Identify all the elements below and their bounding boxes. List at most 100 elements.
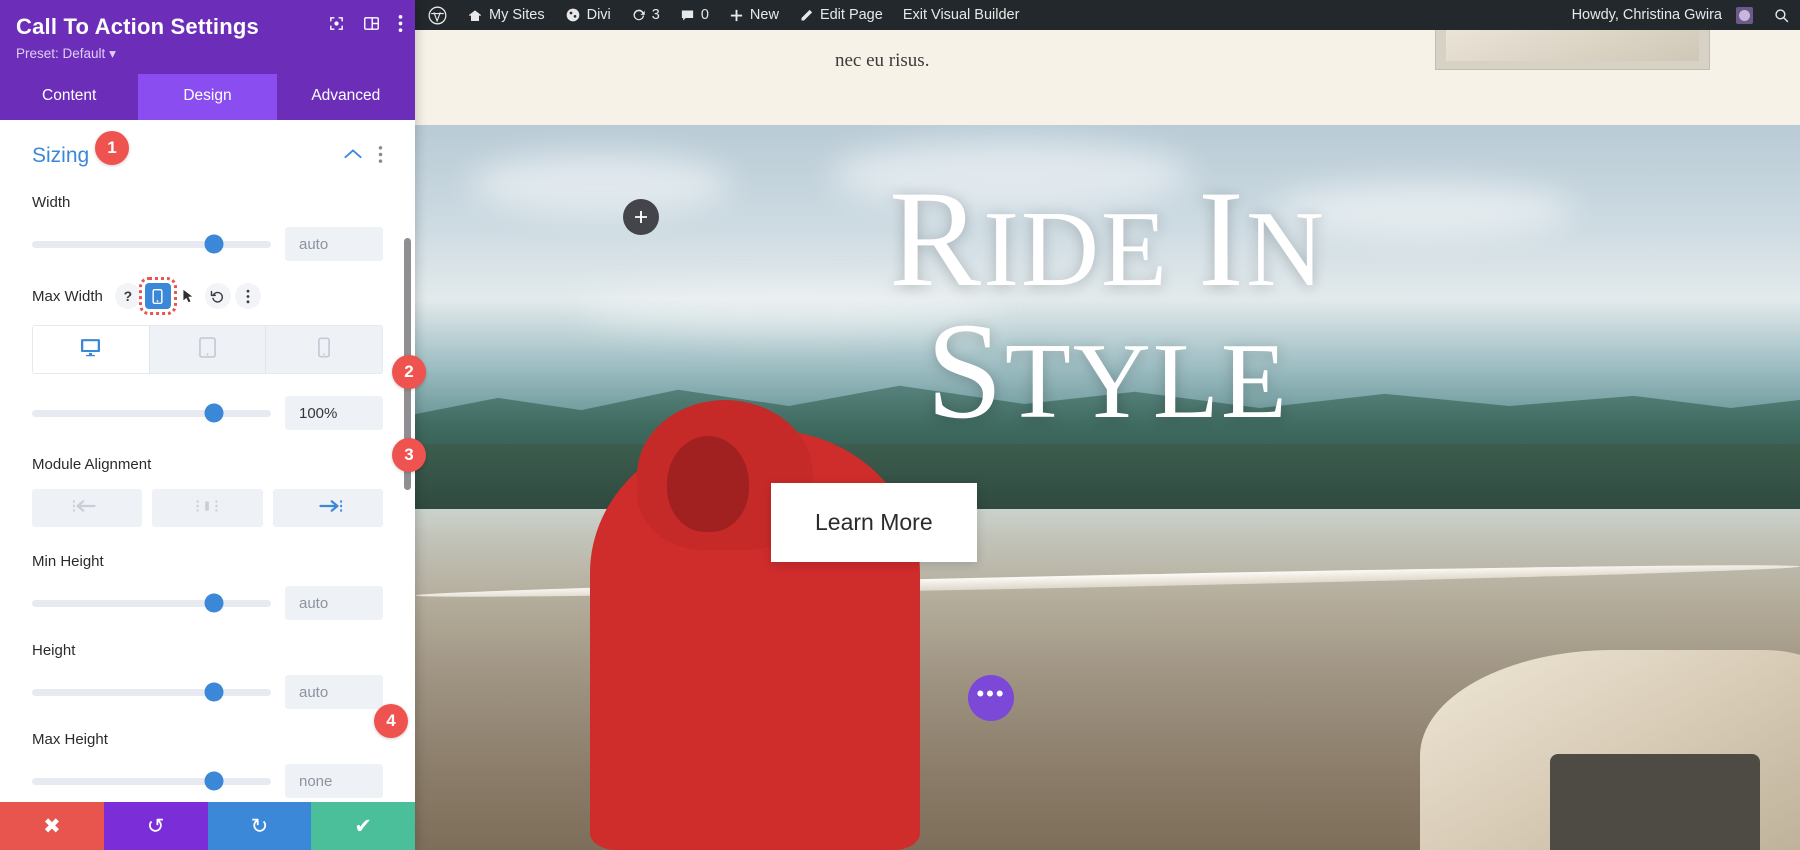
height-value-input[interactable]: auto	[285, 675, 383, 709]
max-width-slider[interactable]	[32, 410, 271, 417]
step-badge-1: 1	[95, 131, 129, 165]
learn-more-button[interactable]: Learn More	[771, 483, 977, 562]
intro-band: nec eu risus.	[415, 30, 1800, 125]
preset-selector[interactable]: Preset: Default ▾	[16, 46, 399, 62]
panel-action-bar: ✖ ↺ ↻ ✔	[0, 802, 415, 850]
max-height-slider-knob[interactable]	[204, 772, 223, 791]
align-center-icon	[192, 498, 222, 519]
section-kebab-menu-icon[interactable]	[378, 145, 383, 166]
section-header-actions	[344, 145, 383, 166]
panel-header-actions	[328, 14, 403, 33]
field-width: Width auto	[32, 180, 383, 261]
redo-button[interactable]: ↻	[208, 802, 312, 850]
field-module-alignment-label-text: Module Alignment	[32, 456, 151, 473]
field-max-height-control: none	[32, 764, 383, 798]
field-max-height-label: Max Height	[32, 731, 383, 748]
device-tab-desktop[interactable]	[33, 326, 150, 373]
adminbar-edit-page[interactable]: Edit Page	[789, 0, 893, 30]
min-height-value-input[interactable]: auto	[285, 586, 383, 620]
field-min-height-label: Min Height	[32, 553, 383, 570]
max-width-value-input[interactable]: 100%	[285, 396, 383, 430]
device-preview-tabs	[32, 325, 383, 374]
adminbar-new[interactable]: New	[719, 0, 789, 30]
field-height-label-text: Height	[32, 642, 75, 659]
width-slider[interactable]	[32, 241, 271, 248]
align-right-icon	[313, 498, 343, 519]
desktop-icon	[80, 338, 101, 362]
help-icon[interactable]: ?	[115, 283, 141, 309]
field-max-height: Max Height none	[32, 709, 383, 798]
adminbar-search[interactable]	[1763, 0, 1800, 30]
field-height: Height auto	[32, 620, 383, 709]
undo-reset-icon[interactable]	[205, 283, 231, 309]
add-module-button[interactable]	[623, 199, 659, 235]
intro-paragraph-text: nec eu risus.	[835, 50, 929, 72]
adminbar-wordpress-logo[interactable]	[415, 0, 457, 30]
intro-image-thumbnail	[1435, 30, 1710, 70]
chevron-down-icon: ▾	[109, 46, 116, 61]
save-button[interactable]: ✔	[311, 802, 415, 850]
max-height-value-input[interactable]: none	[285, 764, 383, 798]
panel-scroll-area: Sizing Width	[0, 120, 415, 850]
layout-columns-icon[interactable]	[363, 15, 380, 32]
step-badge-2: 2	[392, 355, 426, 389]
my-sites-icon	[467, 7, 483, 23]
max-width-slider-knob[interactable]	[204, 404, 223, 423]
device-tab-phone[interactable]	[266, 326, 382, 373]
align-left-button[interactable]	[32, 489, 142, 527]
divi-icon	[565, 7, 581, 23]
chevron-up-icon[interactable]	[344, 147, 362, 165]
tab-content[interactable]: Content	[0, 74, 138, 120]
field-max-width-label: Max Width ?	[32, 283, 383, 309]
cloud-shape	[831, 140, 1191, 210]
adminbar-updates[interactable]: 3	[621, 0, 670, 30]
adminbar-divi[interactable]: Divi	[555, 0, 621, 30]
min-height-slider[interactable]	[32, 600, 271, 607]
field-max-width-label-text: Max Width	[32, 288, 103, 305]
adminbar-updates-count: 3	[652, 7, 660, 23]
mobile-responsive-icon[interactable]	[145, 283, 171, 309]
width-slider-knob[interactable]	[204, 235, 223, 254]
phone-icon	[318, 337, 330, 363]
tab-advanced[interactable]: Advanced	[277, 74, 415, 120]
field-height-label: Height	[32, 642, 383, 659]
panel-body: Sizing Width	[0, 120, 415, 850]
plus-icon	[633, 209, 649, 225]
plus-icon	[729, 8, 744, 23]
adminbar-exit-label: Exit Visual Builder	[903, 7, 1020, 23]
undo-button[interactable]: ↺	[104, 802, 208, 850]
adminbar-comments[interactable]: 0	[670, 0, 719, 30]
adminbar-exit-visual-builder[interactable]: Exit Visual Builder	[893, 0, 1030, 30]
section-header-sizing[interactable]: Sizing	[32, 120, 383, 180]
person-face	[667, 436, 749, 532]
field-width-control: auto	[32, 227, 383, 261]
align-center-button[interactable]	[152, 489, 262, 527]
device-tab-tablet[interactable]	[150, 326, 267, 373]
adminbar-account[interactable]: Howdy, Christina Gwira	[1559, 0, 1763, 30]
tab-design[interactable]: Design	[138, 74, 276, 120]
field-min-height-label-text: Min Height	[32, 553, 104, 570]
page-canvas: nec eu risus. RIDE IN STYLE Learn More	[415, 30, 1800, 850]
min-height-slider-knob[interactable]	[204, 594, 223, 613]
height-slider[interactable]	[32, 689, 271, 696]
cursor-pointer-icon[interactable]	[175, 283, 201, 309]
width-value-input[interactable]: auto	[285, 227, 383, 261]
field-module-alignment-label: Module Alignment	[32, 456, 383, 473]
cancel-button[interactable]: ✖	[0, 802, 104, 850]
expand-icon[interactable]	[328, 15, 345, 32]
module-settings-panel: Call To Action Settings Preset: Default …	[0, 0, 415, 850]
wp-admin-bar: My Sites Divi 3 0 New Edit Page Exit Vis…	[415, 0, 1800, 30]
max-height-slider[interactable]	[32, 778, 271, 785]
field-width-label: Width	[32, 194, 383, 211]
page-settings-button[interactable]: •••	[968, 675, 1014, 721]
cloud-shape	[581, 285, 1001, 335]
kebab-menu-icon[interactable]	[398, 14, 403, 33]
field-height-control: auto	[32, 675, 383, 709]
height-slider-knob[interactable]	[204, 683, 223, 702]
align-right-button[interactable]	[273, 489, 383, 527]
adminbar-divi-label: Divi	[587, 7, 611, 23]
adminbar-my-sites[interactable]: My Sites	[457, 0, 555, 30]
wordpress-logo-icon	[428, 6, 447, 25]
field-kebab-menu-icon[interactable]	[235, 283, 261, 309]
adminbar-howdy-label: Howdy, Christina Gwira	[1572, 7, 1722, 23]
